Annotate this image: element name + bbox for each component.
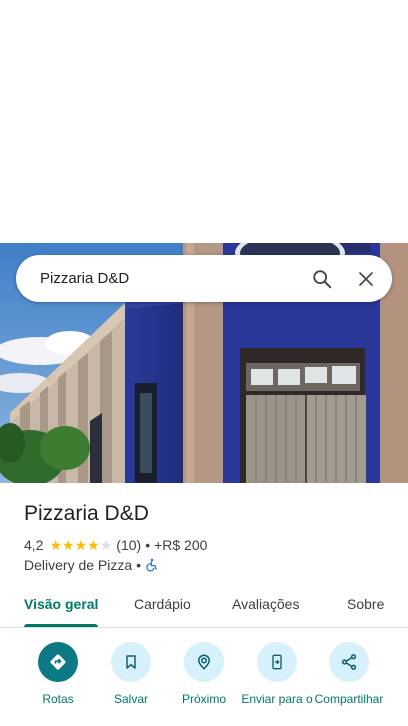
save-label: Salvar (113, 692, 148, 706)
star-icon: ★ (49, 537, 63, 553)
map-area (0, 0, 408, 243)
tab-about[interactable]: Sobre (347, 596, 384, 612)
close-icon (359, 271, 373, 286)
rating-value: 4,2 (24, 537, 44, 553)
review-count[interactable]: (10) (116, 537, 141, 553)
tab-menu[interactable]: Cardápio (134, 596, 191, 612)
share-button[interactable]: Compartilhar (309, 642, 389, 707)
action-bar: Rotas Salvar Próximo Enviar para o Compa… (0, 640, 408, 726)
search-bar[interactable]: Pizzaria D&D (16, 255, 392, 302)
bookmark-icon (126, 655, 136, 669)
search-query[interactable]: Pizzaria D&D (40, 270, 302, 287)
tab-reviews[interactable]: Avaliações (232, 596, 299, 612)
send-to-phone-button[interactable]: Enviar para o (237, 642, 317, 707)
star-icon: ★ (87, 537, 100, 553)
place-tabs: Visão geral Cardápio Avaliações Sobre (0, 590, 408, 628)
star-icon: ★ (62, 537, 75, 553)
nearby-button[interactable]: Próximo (164, 642, 244, 707)
nearby-icon (197, 654, 211, 670)
star-empty-icon: ★ (99, 537, 113, 553)
rating-row[interactable]: 4,2 ★ ★ ★ ★ ★ (10) • +R$ 200 (24, 537, 207, 553)
nearby-label: Próximo (181, 692, 226, 706)
send-to-phone-icon (272, 654, 282, 670)
share-label: Compartilhar (314, 692, 384, 706)
send-to-phone-label: Enviar para o (241, 692, 313, 706)
clear-search-button[interactable] (346, 259, 386, 299)
price-range: +R$ 200 (154, 537, 208, 553)
active-tab-indicator (24, 624, 98, 627)
place-title: Pizzaria D&D (24, 502, 149, 525)
wheelchair-icon (146, 558, 157, 572)
star-icon: ★ (74, 537, 88, 553)
tab-overview[interactable]: Visão geral (24, 596, 98, 612)
search-button[interactable] (302, 259, 342, 299)
rating-stars: ★ ★ ★ ★ ★ (49, 538, 112, 552)
directions-label: Rotas (42, 692, 74, 706)
category-label: Delivery de Pizza (24, 557, 133, 573)
directions-button[interactable]: Rotas (18, 642, 98, 707)
directions-icon (50, 654, 66, 670)
category-row: Delivery de Pizza • (24, 557, 159, 573)
save-button[interactable]: Salvar (91, 642, 171, 707)
separator: • (136, 557, 142, 573)
separator: • (145, 537, 151, 553)
share-icon (341, 654, 357, 670)
search-icon (313, 269, 332, 288)
